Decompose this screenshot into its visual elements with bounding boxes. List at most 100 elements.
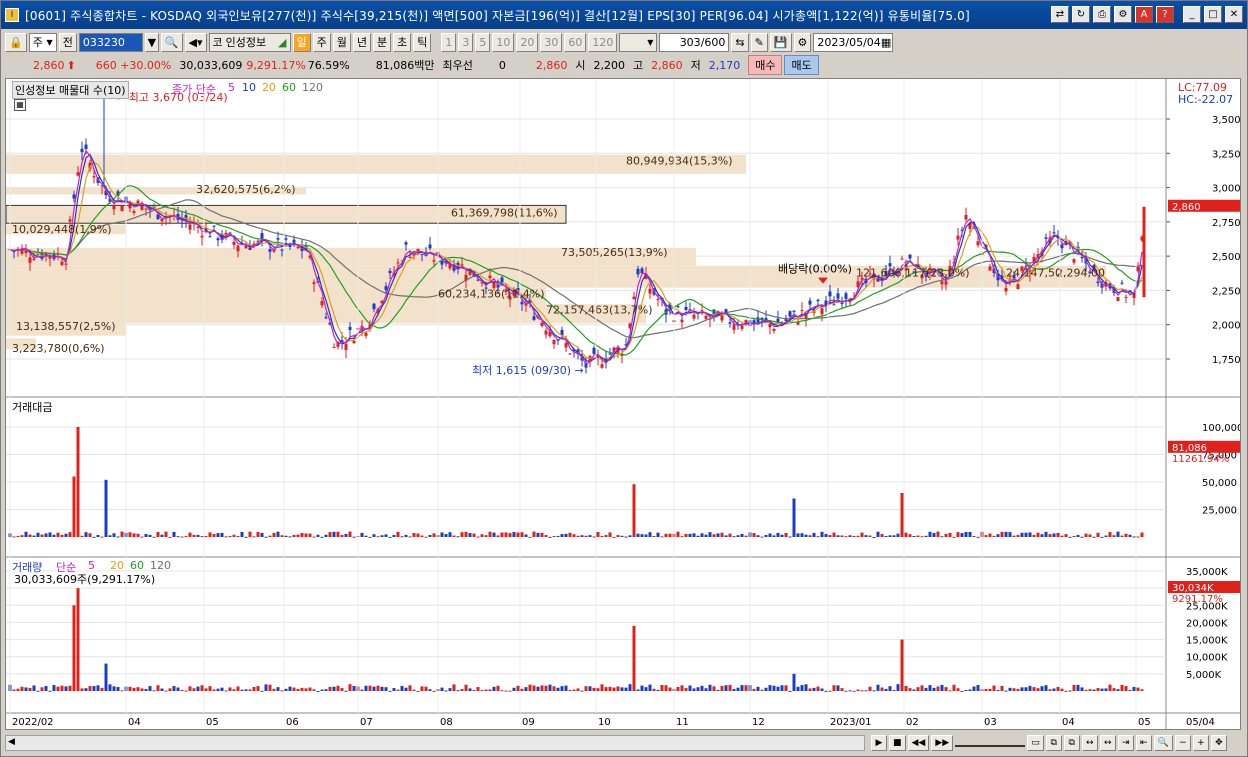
price-panel-title[interactable]: 인성정보 매물대 수(10): [12, 81, 129, 99]
date-input[interactable]: 2023/05/04 ▦: [813, 32, 894, 52]
amount-bar: [108, 535, 112, 537]
close-button[interactable]: ✕: [1225, 6, 1243, 23]
chart-area[interactable]: 3,500 3,250 3,000 2,750 2,500 2,250 2,000 1,750…: [5, 78, 1241, 730]
amount-bar: [428, 534, 432, 537]
amount-bar: [524, 534, 528, 537]
period-year[interactable]: 년: [352, 32, 372, 52]
ma-60: 60: [282, 81, 296, 94]
amount-tick-label: 100,000: [1202, 423, 1240, 434]
save-icon[interactable]: 💾: [769, 32, 792, 52]
horizontal-scrollbar[interactable]: ◀: [5, 735, 865, 751]
volume-bar: [528, 684, 532, 691]
amount-bar: [1140, 532, 1144, 537]
period-week[interactable]: 주: [312, 32, 331, 52]
layout-icon-7[interactable]: ⇤: [1135, 735, 1152, 751]
search-icon[interactable]: 🔍: [160, 32, 183, 52]
interval-5[interactable]: 5: [475, 32, 491, 52]
zoom-slider[interactable]: [955, 739, 1026, 747]
period-minute[interactable]: 분: [373, 32, 392, 52]
print-icon[interactable]: ⎙: [1093, 6, 1111, 23]
zoom-search-icon[interactable]: 🔍: [1153, 735, 1173, 751]
lock-icon[interactable]: 🔒: [5, 32, 27, 52]
layout-icon-4[interactable]: ↔: [1081, 735, 1098, 751]
interval-3[interactable]: 3: [458, 32, 474, 52]
chart-canvas[interactable]: 3,500 3,250 3,000 2,750 2,500 2,250 2,000 1,750…: [6, 79, 1240, 729]
sell-button[interactable]: 매도: [784, 55, 819, 75]
draw-icon[interactable]: ✎: [750, 32, 768, 52]
zoom-in-icon[interactable]: +: [1192, 735, 1209, 751]
layout-icon-1[interactable]: ▭: [1027, 735, 1044, 751]
amount-bar: [796, 533, 800, 537]
price-change: 660 +30.00%: [95, 58, 172, 72]
amount-tick-label: 25,000: [1202, 506, 1237, 517]
interval-60[interactable]: 60: [564, 32, 587, 52]
scroll-left-icon[interactable]: ◀: [8, 737, 20, 749]
amount-bar: [928, 531, 932, 537]
candle-body: [608, 353, 612, 355]
stop-icon[interactable]: ■: [889, 735, 906, 751]
candle-body: [296, 246, 300, 249]
refresh-icon[interactable]: ↻: [1072, 6, 1090, 23]
period-day[interactable]: 일: [292, 32, 311, 52]
stock-code-input[interactable]: 033230: [78, 32, 143, 52]
volume-bar: [852, 690, 856, 692]
code-dropdown[interactable]: ▼: [144, 32, 159, 52]
gear-icon[interactable]: ⚙: [793, 32, 812, 52]
count-input[interactable]: 303/600: [659, 32, 730, 52]
stock-name-field[interactable]: 코 인성정보 ◢: [208, 32, 291, 52]
window-title: [0601] 주식종합차트 - KOSDAQ 외국인보유[277(천)] 주식수…: [25, 8, 970, 23]
amount-bar: [1136, 536, 1140, 538]
layout-icon-2[interactable]: ⧉: [1045, 735, 1062, 751]
play-icon[interactable]: ▶: [871, 735, 887, 751]
buy-button[interactable]: 매수: [748, 55, 783, 75]
interval-custom[interactable]: ▼: [619, 32, 658, 52]
help-icon[interactable]: ?: [1156, 6, 1174, 23]
pan-icon[interactable]: ✥: [1210, 735, 1227, 751]
volume-bar: [480, 690, 484, 692]
layout-icon-6[interactable]: ⇥: [1117, 735, 1134, 751]
candle-body: [648, 288, 652, 294]
next-icon[interactable]: ▶▶: [931, 735, 954, 751]
zoom-out-icon[interactable]: −: [1174, 735, 1191, 751]
period-second[interactable]: 초: [393, 32, 412, 52]
alert-icon[interactable]: A: [1135, 6, 1153, 23]
candle-body: [440, 260, 444, 265]
amount-bar: [612, 536, 616, 538]
volume-bar: [1136, 687, 1140, 691]
amount-bar: [76, 427, 80, 537]
volume-bar: [824, 690, 828, 692]
amount-bar: [584, 535, 588, 537]
volume-bar: [968, 689, 972, 691]
type-select[interactable]: 주 ▼: [28, 32, 57, 52]
volume-bar: [688, 685, 692, 691]
grid-icon[interactable]: ▦: [14, 99, 26, 111]
volume-bar: [1028, 685, 1032, 691]
dividend-annotation: 배당락(0.00%): [778, 263, 852, 276]
interval-120[interactable]: 120: [588, 32, 618, 52]
maximize-button[interactable]: □: [1204, 6, 1222, 23]
prev-icon[interactable]: ◀◀: [907, 735, 930, 751]
volume-bar: [144, 689, 148, 691]
interval-10[interactable]: 10: [492, 32, 515, 52]
period-month[interactable]: 월: [332, 32, 351, 52]
interval-1[interactable]: 1: [441, 32, 457, 52]
settings-icon[interactable]: ⚙: [1114, 6, 1132, 23]
amount-bar: [176, 536, 180, 538]
minimize-button[interactable]: _: [1183, 6, 1201, 23]
candle-body: [1072, 259, 1076, 263]
link-icon[interactable]: ⇄: [1051, 6, 1069, 23]
interval-20[interactable]: 20: [516, 32, 539, 52]
layout-icon-3[interactable]: ⧉: [1063, 735, 1080, 751]
volume-bar: [316, 690, 320, 692]
interval-30[interactable]: 30: [540, 32, 563, 52]
tools-icon[interactable]: ⇆: [731, 32, 749, 52]
period-tick[interactable]: 틱: [413, 32, 432, 52]
speaker-icon[interactable]: ◀▾: [184, 32, 207, 52]
amount-bar: [1100, 536, 1104, 538]
amount-bar: [200, 536, 204, 538]
volume-bar: [464, 684, 468, 691]
layout-icon-5[interactable]: ↔: [1099, 735, 1116, 751]
amount-panel-title[interactable]: 거래대금: [12, 399, 53, 415]
mode-button[interactable]: 전: [58, 32, 77, 52]
volume-bar: [560, 686, 564, 691]
